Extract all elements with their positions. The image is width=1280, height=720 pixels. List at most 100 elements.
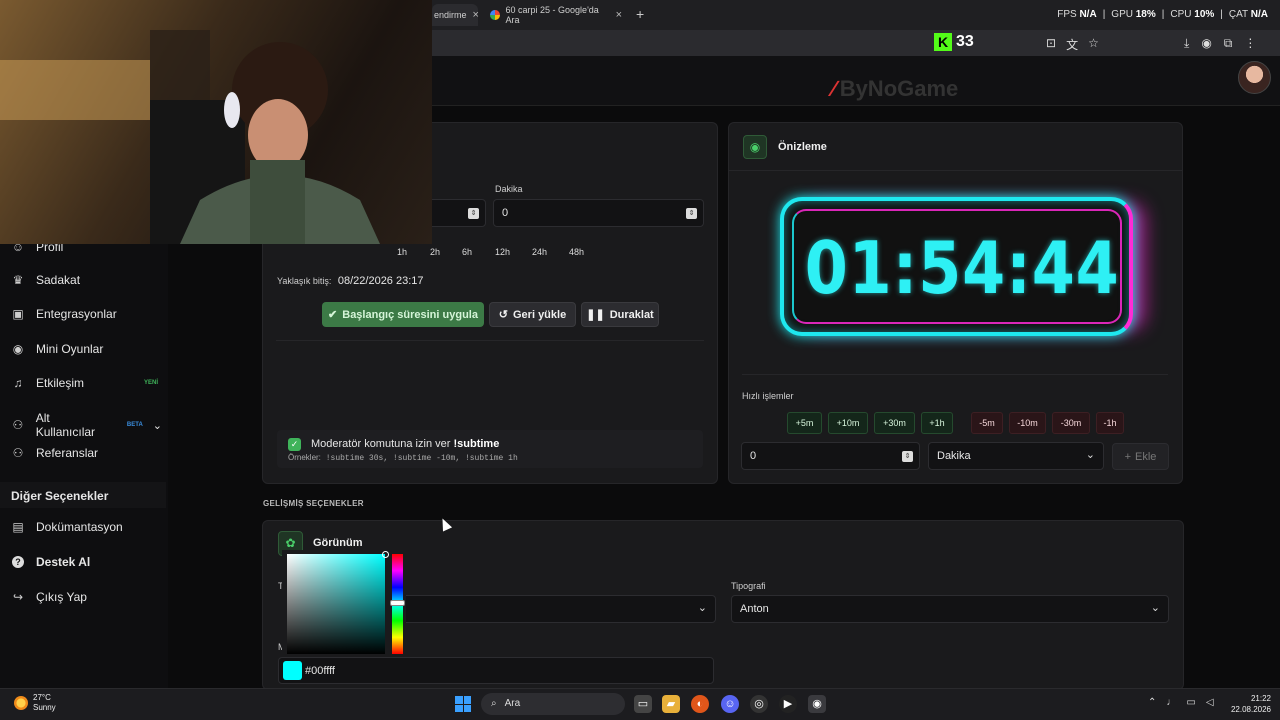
stepper-icon[interactable]: ⇕: [468, 208, 479, 219]
pause-button[interactable]: ❚❚ Duraklat: [581, 302, 659, 327]
typography-label: Tipografi: [731, 581, 766, 591]
chevron-up-icon[interactable]: ⌃: [1148, 697, 1156, 708]
undo-icon: ↺: [498, 309, 508, 321]
stepper-icon[interactable]: ⇕: [902, 451, 913, 462]
sidebar-item-mini-oyunlar[interactable]: ◉ Mini Oyunlar: [10, 342, 104, 356]
eye-icon: ◉: [743, 135, 767, 159]
chevron-down-icon[interactable]: ⌄: [153, 419, 162, 432]
logo-mark-icon: ∕: [832, 76, 836, 101]
browser-app-icon[interactable]: ◉: [808, 695, 826, 713]
color-hex-value: #00ffff: [305, 665, 335, 677]
file-explorer-icon[interactable]: ▰: [662, 695, 680, 713]
plus-icon: +: [1124, 450, 1132, 463]
add-1h-button[interactable]: +1h: [921, 412, 953, 434]
sidebar-item-dokumantasyon[interactable]: ▤ Dokümantasyon: [10, 520, 122, 534]
discord-icon[interactable]: ☺: [721, 695, 739, 713]
install-app-icon[interactable]: ⊡: [1046, 36, 1056, 53]
volume-icon[interactable]: ◁: [1206, 697, 1214, 708]
sidebar-item-destek-al[interactable]: ? Destek Al: [10, 555, 90, 569]
mod-command-examples: Örnekler: !subtime 30s, !subtime -10m, !…: [288, 453, 518, 463]
new-tab-button[interactable]: +: [636, 6, 644, 22]
saturation-value-area[interactable]: [287, 554, 385, 654]
weather-widget[interactable]: 27°C Sunny: [14, 693, 56, 713]
address-bar-actions: ⊡ 文 ☆: [1046, 36, 1099, 53]
apply-start-time-button[interactable]: ✔ Başlangıç süresini uygula: [322, 302, 484, 327]
app-icon[interactable]: ◎: [750, 695, 768, 713]
close-tab-icon[interactable]: ×: [473, 9, 479, 21]
browser-tab[interactable]: endirme ×: [432, 4, 479, 26]
time: 21:22: [1250, 694, 1271, 703]
preset-24h[interactable]: 24h: [526, 242, 553, 262]
add-10m-button[interactable]: +10m: [828, 412, 868, 434]
appearance-select[interactable]: ⌄: [400, 595, 716, 623]
sub-5m-button[interactable]: -5m: [971, 412, 1003, 434]
user-avatar[interactable]: [1238, 61, 1271, 94]
app-logo[interactable]: ∕ ByNoGame: [832, 76, 958, 102]
preview-title: Önizleme: [778, 141, 827, 153]
menu-icon[interactable]: ⋮: [1244, 36, 1256, 51]
divider: [276, 340, 704, 341]
appearance-title: Görünüm: [313, 537, 363, 549]
hue-slider-handle[interactable]: [390, 600, 405, 606]
divider: [742, 374, 1168, 375]
sidebar-section-title: Diğer Seçenekler: [0, 482, 166, 508]
tab-title: 60 carpi 25 - Google'da Ara: [505, 5, 599, 25]
close-tab-icon[interactable]: ×: [616, 9, 622, 21]
display-icon[interactable]: ▭: [1186, 697, 1195, 708]
bookmark-star-icon[interactable]: ☆: [1088, 36, 1099, 53]
mod-command: !subtime: [453, 438, 500, 450]
download-icon[interactable]: ⤓: [1184, 36, 1189, 51]
sub-30m-button[interactable]: -30m: [1052, 412, 1090, 434]
media-player-icon[interactable]: ▶: [779, 695, 797, 713]
clock[interactable]: 21:22 22.08.2026: [1225, 693, 1271, 715]
add-5m-button[interactable]: +5m: [787, 412, 822, 434]
microphone-icon[interactable]: ♩: [1166, 697, 1176, 708]
preset-2h[interactable]: 2h: [424, 242, 446, 262]
windows-start-icon[interactable]: [455, 696, 471, 712]
chevron-down-icon: ⌄: [1150, 602, 1160, 614]
sidebar-item-referanslar[interactable]: ⚇ Referanslar: [10, 446, 98, 460]
sidebar-item-sadakat[interactable]: ♛ Sadakat: [10, 273, 80, 287]
sidebar-item-entegrasyonlar[interactable]: ▣ Entegrasyonlar: [10, 307, 116, 321]
preset-6h[interactable]: 6h: [456, 242, 478, 262]
restore-button[interactable]: ↺ Geri yükle: [489, 302, 576, 327]
saturation-cursor[interactable]: [382, 551, 389, 558]
translate-icon[interactable]: 文: [1066, 36, 1078, 53]
typography-select[interactable]: Anton ⌄: [731, 595, 1169, 623]
color-swatch[interactable]: [283, 661, 302, 680]
sub-1h-button[interactable]: -1h: [1096, 412, 1124, 434]
quick-actions-label: Hızlı işlemler: [742, 391, 794, 401]
profile-icon[interactable]: ◉: [1201, 36, 1211, 51]
viewer-count: 33: [956, 33, 974, 50]
sidebar-item-etkilesim[interactable]: ♫ Etkileşim YENİ: [10, 376, 159, 390]
browser-tab-google[interactable]: 60 carpi 25 - Google'da Ara ×: [482, 4, 630, 26]
date: 22.08.2026: [1230, 705, 1271, 714]
chevron-down-icon: ⌄: [1085, 449, 1095, 461]
add-30m-button[interactable]: +30m: [874, 412, 915, 434]
sub-10m-button[interactable]: -10m: [1009, 412, 1046, 434]
document-icon: ▤: [12, 520, 24, 534]
webcam-overlay: [0, 0, 432, 244]
preset-1h[interactable]: 1h: [391, 242, 413, 262]
quick-amount-input[interactable]: 0 ⇕: [741, 442, 920, 470]
preset-48h[interactable]: 48h: [563, 242, 590, 262]
color-input[interactable]: [278, 657, 714, 684]
mod-command-checkbox[interactable]: ✓: [288, 438, 301, 451]
stepper-icon[interactable]: ⇕: [686, 208, 697, 219]
minute-input[interactable]: 0 ⇕: [493, 199, 704, 227]
firefox-icon[interactable]: ◐: [691, 695, 709, 713]
extensions-icon[interactable]: ⧉: [1224, 36, 1233, 51]
taskbar-search[interactable]: ⌕ Ara: [481, 693, 625, 715]
gamepad-icon: ◉: [12, 342, 24, 356]
sidebar-item-alt-kullanicilar[interactable]: ⚇ Alt Kullanıcılar BETA ⌄: [10, 411, 162, 439]
add-button[interactable]: + Ekle: [1112, 443, 1169, 470]
google-icon: [490, 10, 500, 20]
sidebar-item-cikis-yap[interactable]: ↪ Çıkış Yap: [10, 590, 87, 604]
weather-temp: 27°C: [33, 693, 51, 702]
quick-unit-select[interactable]: Dakika ⌄: [928, 442, 1104, 470]
preset-12h[interactable]: 12h: [489, 242, 516, 262]
webcam-image: [0, 30, 380, 244]
plug-icon: ▣: [12, 307, 24, 321]
help-icon: ?: [12, 556, 24, 568]
task-view-icon[interactable]: ▭: [634, 695, 652, 713]
